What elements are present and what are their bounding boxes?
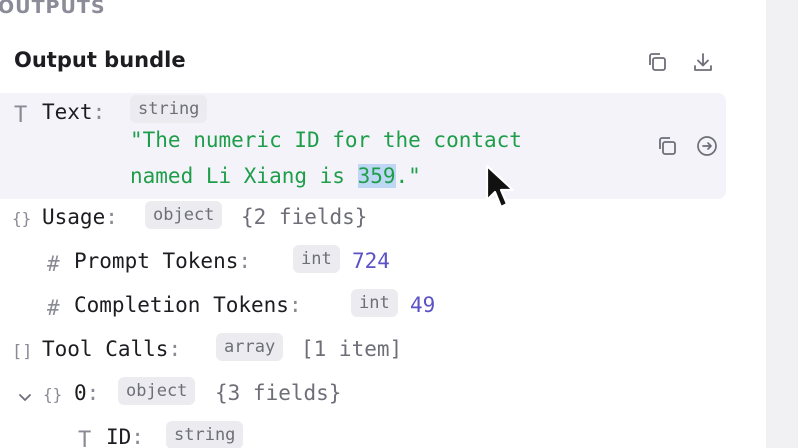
tool-calls-key[interactable]: Tool Calls: — [42, 337, 181, 361]
type-badge: string — [166, 421, 244, 448]
prompt-tokens-key: Prompt Tokens: — [74, 249, 252, 273]
open-value-button[interactable] — [694, 133, 720, 159]
type-badge: object — [118, 377, 196, 405]
completion-tokens-value: 49 — [410, 293, 436, 317]
collapse-toggle[interactable] — [12, 384, 38, 410]
number-type-icon: # — [47, 296, 60, 320]
completion-tokens-key: Completion Tokens: — [74, 293, 302, 317]
text-value-line-1: "The numeric ID for the contact — [130, 128, 522, 152]
prompt-tokens-value: 724 — [352, 249, 390, 273]
copy-icon — [659, 137, 676, 155]
string-type-icon: T — [78, 428, 92, 448]
selected-text: 359 — [357, 164, 396, 188]
text-key: Text: — [42, 100, 106, 124]
outputs-panel: OUTPUTS Output bundle T Text: string "Th… — [0, 0, 766, 448]
download-icon — [694, 53, 712, 71]
copy-value-button[interactable] — [654, 133, 680, 159]
text-value-line-2: named Li Xiang is 359." — [130, 164, 421, 188]
usage-key[interactable]: Usage: — [42, 205, 118, 229]
section-title: OUTPUTS — [0, 0, 106, 18]
type-badge: int — [351, 289, 398, 317]
object-type-icon: {} — [43, 385, 63, 404]
string-type-icon: T — [14, 103, 28, 128]
object-type-icon: {} — [12, 209, 32, 228]
type-badge: string — [130, 95, 208, 123]
mouse-cursor-icon — [485, 164, 515, 209]
type-badge: array — [216, 333, 284, 361]
usage-summary: {2 fields} — [241, 205, 368, 229]
tool-calls-summary: [1 item] — [301, 337, 403, 361]
download-bundle-button[interactable] — [690, 49, 716, 75]
arrow-right-circle-icon — [697, 136, 717, 156]
chevron-down-icon — [19, 394, 31, 401]
array-type-icon: [] — [12, 342, 33, 362]
copy-bundle-button[interactable] — [644, 49, 670, 75]
type-badge: object — [145, 201, 223, 229]
copy-icon — [649, 53, 666, 71]
item-0-summary: {3 fields} — [215, 381, 342, 405]
bundle-title: Output bundle — [14, 48, 186, 72]
type-badge: int — [293, 245, 340, 273]
item-0-key[interactable]: 0: — [74, 381, 99, 405]
id-key: ID: — [106, 425, 144, 448]
number-type-icon: # — [47, 252, 60, 276]
